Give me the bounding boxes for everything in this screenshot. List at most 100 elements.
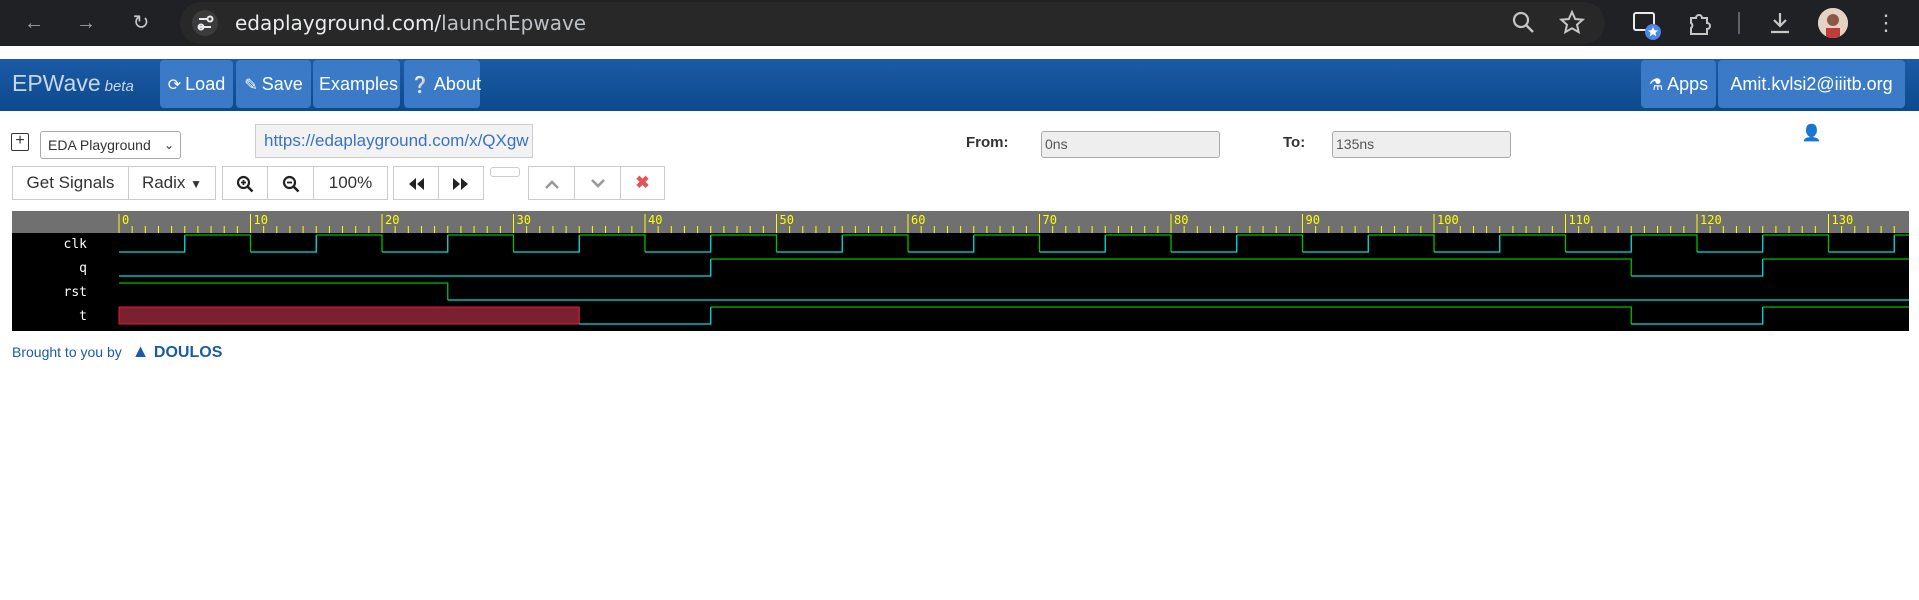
clk-trace-segment <box>842 234 909 252</box>
remove-signal-button[interactable]: ✖ <box>620 166 665 200</box>
address-url: edaplayground.com/launchEpwave <box>235 2 586 44</box>
clk-trace-segment <box>1828 235 1895 253</box>
zoom-in-icon <box>236 175 254 192</box>
footer-text: Brought to you by <box>12 344 122 360</box>
source-select[interactable]: EDA Playground ⌄ <box>40 131 181 159</box>
source-select-value: EDA Playground <box>48 137 151 153</box>
clk-trace-segment <box>1631 234 1698 252</box>
zoom-in-button[interactable] <box>222 166 268 200</box>
apps-label: Apps <box>1667 74 1709 94</box>
ruler-label: 130 <box>1832 213 1854 227</box>
extension-badge-icon[interactable] <box>1631 9 1661 40</box>
waveform-traces[interactable] <box>12 233 1909 331</box>
question-circle-icon: ❔ <box>410 77 430 94</box>
clk-trace-segment <box>908 235 975 253</box>
back-icon[interactable]: ← <box>20 9 48 37</box>
ruler-label: 60 <box>911 213 925 227</box>
brand-beta: beta <box>104 78 134 95</box>
t-trace-segment <box>579 307 712 325</box>
clk-trace-segment <box>1236 234 1304 252</box>
caret-down-icon: ▼ <box>190 177 203 191</box>
clk-trace-segment <box>1697 235 1764 253</box>
q-trace-segment <box>1631 259 1764 277</box>
ruler-label: 80 <box>1174 213 1188 227</box>
clk-trace-segment <box>776 235 843 253</box>
clk-trace-segment <box>1565 235 1632 253</box>
to-input[interactable]: 135ns <box>1332 131 1511 158</box>
ruler-label: 30 <box>517 213 531 227</box>
t-trace-segment <box>1631 307 1764 325</box>
from-input[interactable]: 0ns <box>1041 131 1220 158</box>
site-settings-icon[interactable] <box>192 10 218 36</box>
clk-trace-segment <box>316 234 383 252</box>
q-trace-segment <box>119 259 712 277</box>
examples-button[interactable]: Examples <box>313 60 400 108</box>
zoom-level[interactable]: 100% <box>313 166 388 200</box>
clk-trace-segment <box>1105 234 1172 252</box>
from-label: From: <box>966 134 1009 151</box>
fast-forward-icon <box>453 177 468 190</box>
move-signal-down-button[interactable] <box>574 166 621 200</box>
clk-trace-segment <box>1762 234 1830 252</box>
ruler-label: 70 <box>1043 213 1057 227</box>
ruler-label: 100 <box>1437 213 1459 227</box>
about-button[interactable]: ❔ About <box>404 60 481 108</box>
ruler-label: 20 <box>385 213 399 227</box>
ruler-label: 120 <box>1700 213 1722 227</box>
clk-trace-segment <box>710 234 778 252</box>
bookmark-star-icon[interactable] <box>1558 9 1586 37</box>
clk-trace-segment <box>973 234 1041 252</box>
ruler-label: 110 <box>1569 213 1591 227</box>
reload-icon[interactable]: ↻ <box>127 9 155 37</box>
fast-backward-icon <box>409 177 424 190</box>
ruler-label: 50 <box>780 213 794 227</box>
user-account-button[interactable]: Amit.kvlsi2@iiitb.org👤 <box>1718 60 1905 142</box>
clk-trace-segment <box>119 235 186 253</box>
user-email: Amit.kvlsi2@iiitb.org <box>1730 74 1893 94</box>
ruler-label: 0 <box>122 213 129 227</box>
radix-label: Radix <box>141 173 186 192</box>
jump-end-button[interactable] <box>438 166 484 200</box>
flask-icon: ⚗ <box>1648 77 1664 94</box>
move-signal-up-button[interactable] <box>528 166 575 200</box>
load-button[interactable]: ⟳ Load <box>160 60 233 108</box>
share-url-field[interactable]: https://edaplayground.com/x/QXgw <box>255 124 533 158</box>
epwave-toolbar: + EDA Playground ⌄ https://edaplayground.… <box>0 111 1919 211</box>
app-navbar: EPWave beta ⟳ Load ✎ Save Examples ❔ About ⚗… <box>0 59 1919 142</box>
radix-dropdown-button[interactable]: Radix ▼ <box>128 166 216 200</box>
clk-trace-segment <box>645 235 712 253</box>
apps-button[interactable]: ⚗ Apps <box>1641 60 1716 108</box>
waveform-viewer[interactable]: 0 10 20 30 40 50 60 70 80 90 100 110 120 130 clk q rs… <box>12 211 1909 331</box>
expand-plus-icon[interactable]: + <box>11 133 29 151</box>
jump-start-button[interactable] <box>393 166 439 200</box>
chevron-down-icon: ⌄ <box>163 138 174 152</box>
q-trace-segment <box>710 258 1632 276</box>
forward-icon[interactable]: → <box>72 9 100 37</box>
brand[interactable]: EPWave beta <box>12 70 134 97</box>
load-label: Load <box>185 74 226 94</box>
about-label: About <box>433 74 481 94</box>
footer-credit: Brought to you by ▲ DOULOS <box>12 341 222 362</box>
clk-trace-segment <box>447 234 515 252</box>
extensions-icon[interactable] <box>1686 9 1714 37</box>
browser-menu-icon[interactable]: ⋮ <box>1872 9 1900 37</box>
get-signals-button[interactable]: Get Signals <box>12 166 129 200</box>
ruler-label: 90 <box>1306 213 1320 227</box>
toolbar-divider <box>1738 12 1740 34</box>
address-bar[interactable]: edaplayground.com/launchEpwave <box>180 2 1605 44</box>
doulos-name: DOULOS <box>153 344 223 361</box>
browser-toolbar: ← → ↻ edaplayground.com/launchEpwave ⋮ <box>0 0 1919 46</box>
doulos-logo-icon: ▲ <box>131 341 150 361</box>
time-ruler: 0 10 20 30 40 50 60 70 80 90 100 110 120 130 <box>12 211 1909 233</box>
ruler-label: 10 <box>254 213 268 227</box>
save-label: Save <box>261 74 303 94</box>
pencil-icon: ✎ <box>244 77 258 94</box>
ruler-label: 40 <box>648 213 662 227</box>
doulos-logo[interactable]: ▲ DOULOS <box>131 341 223 361</box>
profile-avatar[interactable] <box>1818 8 1848 38</box>
download-icon[interactable] <box>1766 9 1794 37</box>
zoom-icon[interactable] <box>1510 9 1538 37</box>
zoom-out-button[interactable] <box>267 166 314 200</box>
save-button[interactable]: ✎ Save <box>236 60 311 108</box>
url-path: launchEpwave <box>441 11 587 35</box>
